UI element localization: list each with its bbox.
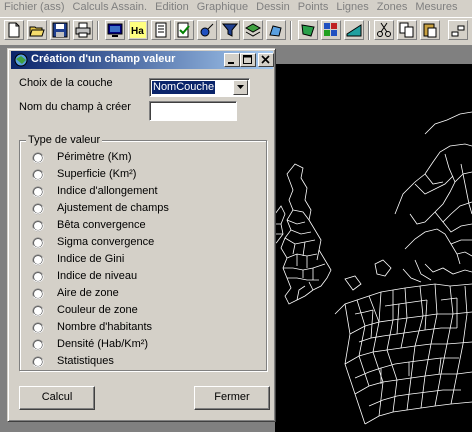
node-icon[interactable] bbox=[197, 20, 217, 40]
close-dialog-button[interactable]: Fermer bbox=[194, 386, 270, 410]
map-window-titlebar[interactable] bbox=[270, 45, 472, 63]
save-icon[interactable] bbox=[50, 20, 70, 40]
value-type-label: Indice d'allongement bbox=[57, 185, 158, 197]
minimize-icon bbox=[228, 62, 234, 64]
zone-fill-icon[interactable] bbox=[344, 20, 364, 40]
polygon-edit-icon[interactable] bbox=[266, 20, 286, 40]
menu-calculs-assain[interactable]: Calculs Assain. bbox=[69, 0, 152, 14]
layer-label: Choix de la couche bbox=[19, 77, 113, 89]
toolbar-separator bbox=[368, 21, 370, 40]
menu-graphique[interactable]: Graphique bbox=[193, 0, 252, 14]
app-icon bbox=[13, 52, 29, 71]
field-name-input[interactable] bbox=[149, 101, 237, 121]
radio-button[interactable] bbox=[32, 254, 44, 266]
chevron-down-icon bbox=[237, 85, 244, 89]
value-type-label: Indice de Gini bbox=[57, 253, 125, 265]
toolbar-separator bbox=[97, 21, 99, 40]
map-view[interactable] bbox=[275, 64, 472, 432]
filter-icon[interactable] bbox=[220, 20, 240, 40]
map-boundaries bbox=[275, 111, 472, 425]
menu-edition[interactable]: Edition bbox=[151, 0, 193, 14]
menu-points[interactable]: Points bbox=[294, 0, 333, 14]
copy-icon[interactable] bbox=[397, 20, 417, 40]
polygon-select-icon[interactable] bbox=[298, 20, 318, 40]
page-icon[interactable] bbox=[151, 20, 171, 40]
value-type-label: Sigma convergence bbox=[57, 236, 155, 248]
value-type-label: Aire de zone bbox=[57, 287, 119, 299]
calc-button[interactable]: Calcul bbox=[19, 386, 95, 410]
radio-button[interactable] bbox=[32, 322, 44, 334]
value-type-label: Bêta convergence bbox=[57, 219, 146, 231]
maximize-button[interactable] bbox=[240, 53, 256, 67]
value-type-label: Indice de niveau bbox=[57, 270, 138, 282]
check-page-icon[interactable] bbox=[174, 20, 194, 40]
menu-fichier[interactable]: Fichier (ass) bbox=[0, 0, 69, 14]
cut-icon[interactable] bbox=[374, 20, 394, 40]
menu-mesures[interactable]: Mesures bbox=[411, 0, 461, 14]
close-button[interactable] bbox=[258, 53, 274, 67]
value-type-label: Densité (Hab/Km²) bbox=[57, 338, 149, 350]
radio-button[interactable] bbox=[32, 237, 44, 249]
value-type-label: Nombre d'habitants bbox=[57, 321, 153, 333]
maximize-icon bbox=[243, 55, 252, 64]
menu-bar: Fichier (ass) Calculs Assain. Edition Graph… bbox=[0, 0, 472, 16]
layer-select-value: NomCouche bbox=[152, 81, 216, 94]
radio-button[interactable] bbox=[32, 203, 44, 215]
radio-button[interactable] bbox=[32, 288, 44, 300]
toolbar: Ha bbox=[0, 17, 472, 46]
radio-button[interactable] bbox=[32, 305, 44, 317]
field-name-label: Nom du champ à créer bbox=[19, 101, 131, 113]
close-icon bbox=[261, 55, 270, 64]
layers-icon[interactable] bbox=[243, 20, 263, 40]
radio-button[interactable] bbox=[32, 356, 44, 368]
value-type-group: Type de valeur Périmètre (Km) Superficie … bbox=[19, 134, 267, 371]
radio-button[interactable] bbox=[32, 271, 44, 283]
menu-zones[interactable]: Zones bbox=[373, 0, 412, 14]
print-icon[interactable] bbox=[73, 20, 93, 40]
value-type-label: Superficie (Km²) bbox=[57, 168, 137, 180]
new-icon[interactable] bbox=[4, 20, 24, 40]
radio-button[interactable] bbox=[32, 186, 44, 198]
dropdown-button[interactable] bbox=[233, 80, 248, 95]
screen-icon[interactable] bbox=[105, 20, 125, 40]
svg-text:Ha: Ha bbox=[131, 26, 144, 37]
minimize-button[interactable] bbox=[224, 53, 240, 67]
menu-lignes[interactable]: Lignes bbox=[332, 0, 372, 14]
dialog-title: Création d'un champ valeur bbox=[31, 53, 176, 65]
menu-dessin[interactable]: Dessin bbox=[252, 0, 294, 14]
create-field-dialog: Création d'un champ valeur Choix de la c… bbox=[7, 48, 276, 422]
link-icon[interactable] bbox=[448, 20, 468, 40]
value-type-label: Ajustement de champs bbox=[57, 202, 169, 214]
value-type-label: Périmètre (Km) bbox=[57, 151, 132, 163]
paste-icon[interactable] bbox=[420, 20, 440, 40]
open-icon[interactable] bbox=[27, 20, 47, 40]
dialog-titlebar[interactable]: Création d'un champ valeur bbox=[11, 51, 274, 71]
layer-select[interactable]: NomCouche bbox=[149, 78, 250, 97]
text-ha-icon[interactable]: Ha bbox=[128, 20, 148, 40]
radio-button[interactable] bbox=[32, 220, 44, 232]
toolbar-separator bbox=[290, 21, 292, 40]
value-type-label: Statistiques bbox=[57, 355, 114, 367]
radio-button[interactable] bbox=[32, 152, 44, 164]
value-type-label: Couleur de zone bbox=[57, 304, 138, 316]
radio-button[interactable] bbox=[32, 169, 44, 181]
radio-button[interactable] bbox=[32, 339, 44, 351]
value-type-group-title: Type de valeur bbox=[26, 134, 103, 146]
zone-color-icon[interactable] bbox=[321, 20, 341, 40]
